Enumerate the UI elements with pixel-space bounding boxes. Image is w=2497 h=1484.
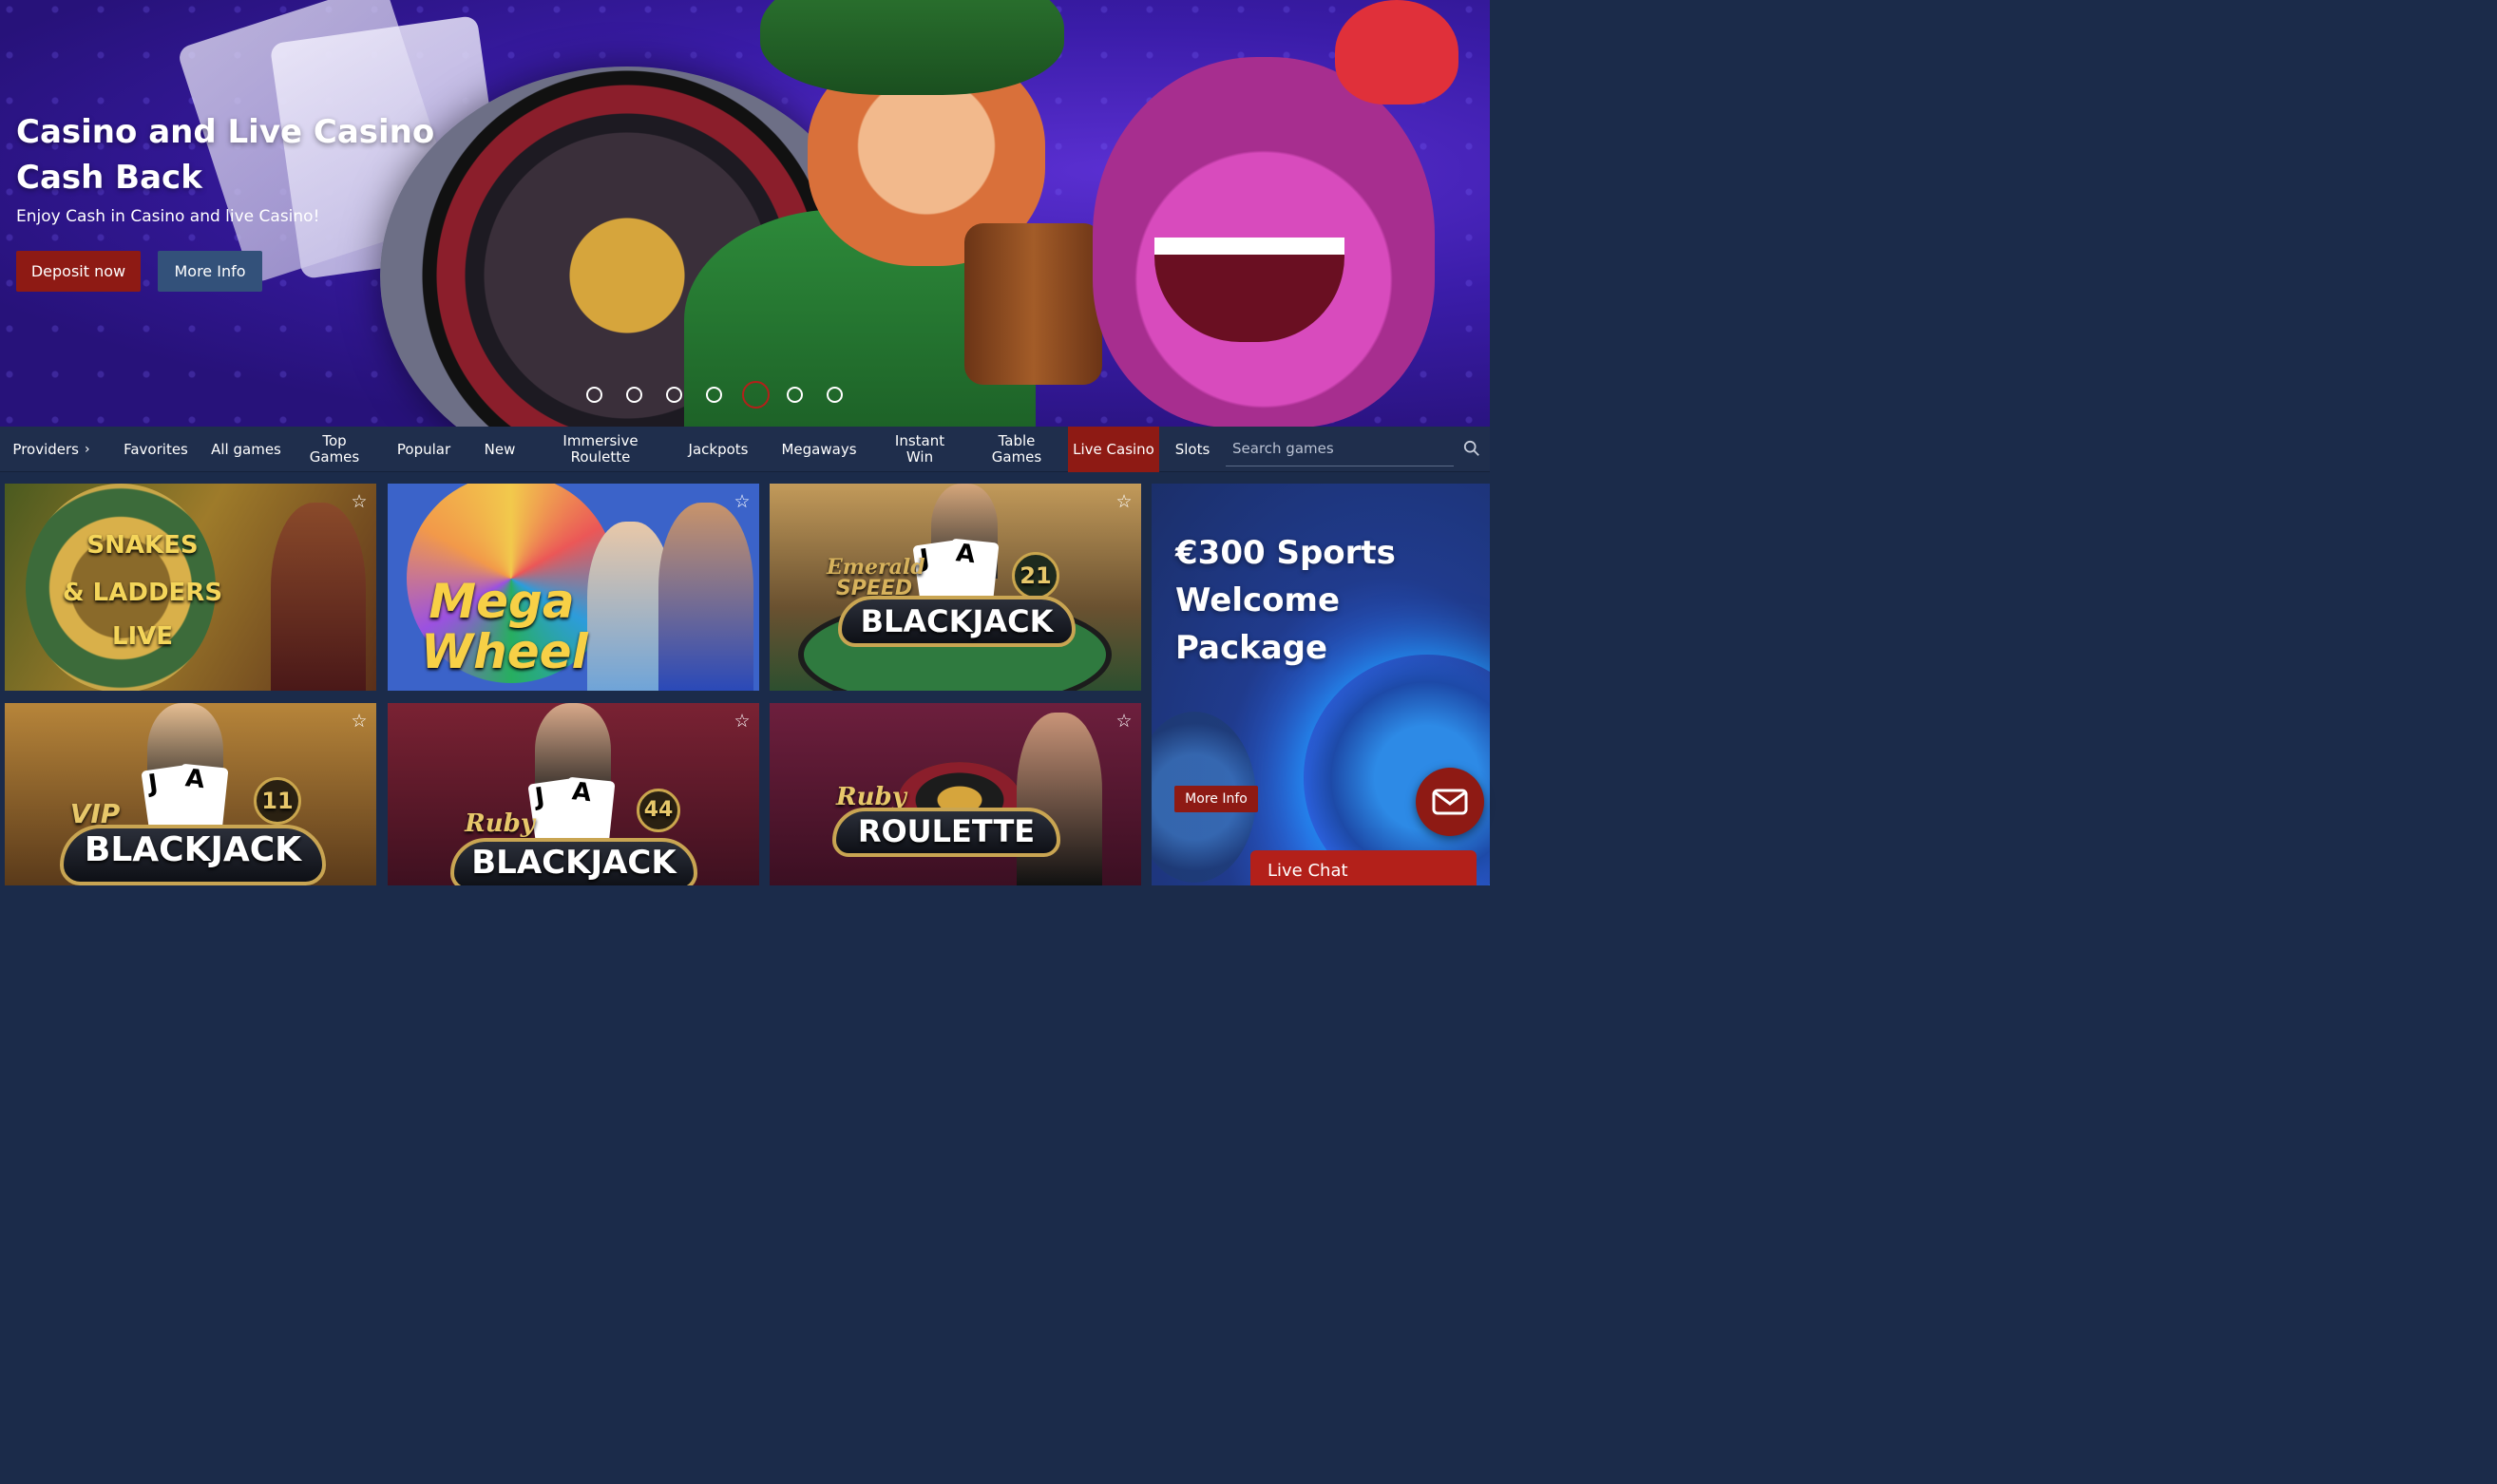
live-chat-bar[interactable]: Live Chat: [1250, 850, 1477, 885]
nav-megaways[interactable]: Megaways: [773, 427, 865, 472]
nav-jackpots[interactable]: Jackpots: [677, 427, 760, 472]
favorite-star-icon[interactable]: ☆: [1115, 492, 1134, 511]
carousel-dot-6[interactable]: [787, 387, 803, 403]
hero-title: Casino and Live Casino Cash Back: [16, 113, 435, 197]
promo-more-info-button[interactable]: More Info: [1174, 786, 1258, 812]
game-tile-ruby-roulette[interactable]: Ruby ROULETTE ☆: [770, 703, 1141, 885]
nav-instant-win[interactable]: Instant Win: [882, 427, 958, 472]
search-icon[interactable]: [1463, 440, 1480, 457]
game-tile-ruby-blackjack[interactable]: J A 44 Ruby BLACKJACK ☆: [388, 703, 759, 885]
nav-providers-label: Providers: [12, 440, 79, 458]
nav-live-casino[interactable]: Live Casino: [1068, 427, 1159, 472]
carousel-dot-4[interactable]: [706, 387, 722, 403]
carousel-dot-1[interactable]: [586, 387, 602, 403]
nav-favorites[interactable]: Favorites: [110, 427, 201, 472]
game-logo-line3: LIVE: [111, 622, 174, 651]
chat-button[interactable]: [1416, 768, 1484, 836]
favorite-star-icon[interactable]: ☆: [1115, 712, 1134, 731]
game-tile-emerald-speed-blackjack[interactable]: J A 21 Emerald SPEED BLACKJACK ☆: [770, 484, 1141, 691]
carousel-dot-2[interactable]: [626, 387, 642, 403]
nav-slots[interactable]: Slots: [1167, 427, 1218, 472]
presenter-art: [658, 503, 753, 691]
deposit-now-button[interactable]: Deposit now: [16, 251, 141, 292]
game-tile-snakes-ladders-live[interactable]: SNAKES & LADDERS LIVE ☆: [5, 484, 376, 691]
game-category-nav: Providers › Favorites All games Top Game…: [0, 427, 1490, 472]
game-logo-line2: BLACKJACK: [471, 844, 677, 882]
heart-illustration: [1335, 0, 1458, 105]
beer-mug-illustration: [964, 223, 1102, 385]
presenter-art: [271, 503, 366, 691]
envelope-icon: [1432, 789, 1468, 815]
nav-immersive-roulette[interactable]: Immersive Roulette: [543, 427, 658, 472]
promo-title: €300 Sports Welcome Package: [1175, 534, 1396, 667]
game-logo-line3: BLACKJACK: [860, 603, 1054, 639]
hero-more-info-button[interactable]: More Info: [158, 251, 262, 292]
carousel-dot-7[interactable]: [827, 387, 843, 403]
nav-all-games[interactable]: All games: [211, 427, 281, 472]
favorite-star-icon[interactable]: ☆: [350, 492, 369, 511]
game-tile-mega-wheel[interactable]: Mega Wheel ☆: [388, 484, 759, 691]
nav-new[interactable]: New: [473, 427, 526, 472]
game-logo-line1: Ruby: [465, 809, 535, 838]
nav-providers[interactable]: Providers ›: [0, 427, 103, 472]
carousel-dot-3[interactable]: [666, 387, 682, 403]
game-logo-line1: Mega: [429, 574, 575, 629]
search-games-input[interactable]: [1226, 430, 1454, 466]
game-logo-line1: SNAKES: [86, 531, 199, 560]
game-logo-line2: Wheel: [421, 624, 588, 679]
leprechaun-hat-illustration: [760, 0, 1064, 95]
game-logo-line2: BLACKJACK: [84, 830, 302, 869]
chevron-right-icon: ›: [84, 441, 90, 457]
game-logo-line2: ROULETTE: [857, 813, 1036, 849]
game-number-badge: 11: [254, 777, 301, 825]
hero-subtitle: Enjoy Cash in Casino and live Casino!: [16, 207, 320, 226]
nav-popular[interactable]: Popular: [386, 427, 462, 472]
nav-table-games[interactable]: Table Games: [979, 427, 1055, 472]
game-logo-line2: & LADDERS: [62, 579, 223, 607]
nav-top-games[interactable]: Top Games: [296, 427, 372, 472]
game-number-badge: 21: [1012, 552, 1059, 599]
presenter-art: [1017, 713, 1102, 885]
hero-banner: Casino and Live Casino Cash Back Enjoy C…: [0, 0, 1490, 427]
carousel-indicators: [586, 381, 867, 409]
game-number-badge: 44: [637, 789, 680, 832]
favorite-star-icon[interactable]: ☆: [733, 712, 752, 731]
game-tile-vip-blackjack[interactable]: J A 11 VIP BLACKJACK ☆: [5, 703, 376, 885]
carousel-dot-5-active[interactable]: [742, 381, 770, 409]
favorite-star-icon[interactable]: ☆: [733, 492, 752, 511]
favorite-star-icon[interactable]: ☆: [350, 712, 369, 731]
